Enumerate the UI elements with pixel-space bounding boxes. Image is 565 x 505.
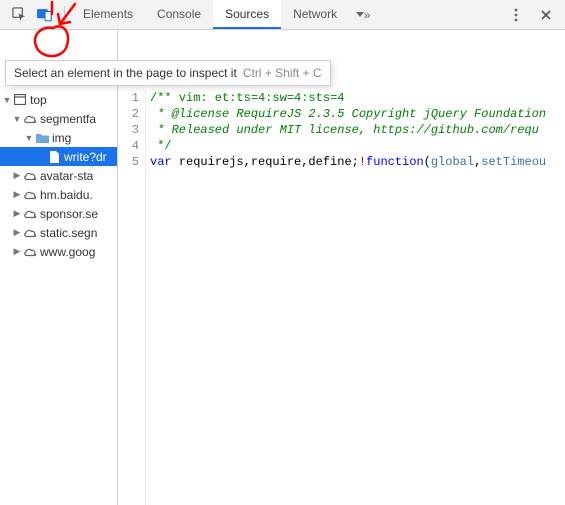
tree-label: avatar-sta [38, 169, 93, 183]
code-line: /** vim: et:ts=4:sw=4:sts=4 [150, 90, 565, 106]
line-number: 2 [118, 106, 139, 122]
chevron-right-icon: ▶ [12, 227, 22, 238]
tree-item[interactable]: write?dr [0, 147, 117, 166]
tree-item[interactable]: ▶ avatar-sta [0, 166, 117, 185]
inspect-tooltip: Select an element in the page to inspect… [5, 60, 331, 86]
tree-label: write?dr [62, 150, 107, 164]
tree-label: www.goog [38, 245, 95, 259]
devtools-toolbar: Elements Console Sources Network » [0, 0, 565, 30]
tree-item[interactable]: ▼ img [0, 128, 117, 147]
window-icon [12, 94, 28, 105]
device-toolbar-icon[interactable] [32, 2, 58, 28]
chevron-right-icon: ▶ [12, 189, 22, 200]
code-line: * Released under MIT license, https://gi… [150, 122, 565, 138]
code-line: * @license RequireJS 2.3.5 Copyright jQu… [150, 106, 565, 122]
line-number: 1 [118, 90, 139, 106]
chevron-down-icon: ▼ [12, 114, 22, 124]
toolbar-separator [64, 6, 65, 24]
line-number: 4 [118, 138, 139, 154]
sources-panel: ▼ top ▼segmentfa▼imgwrite?dr▶avatar-sta▶… [0, 30, 565, 505]
tree-root[interactable]: ▼ top [0, 90, 117, 109]
code-line: */ [150, 138, 565, 154]
file-navigator[interactable]: ▼ top ▼segmentfa▼imgwrite?dr▶avatar-sta▶… [0, 30, 118, 505]
tab-sources[interactable]: Sources [213, 0, 281, 29]
chevron-down-icon: ▼ [24, 133, 34, 143]
tree-item[interactable]: ▶ sponsor.se [0, 204, 117, 223]
cloud-icon [22, 190, 38, 200]
chevron-down-icon: ▼ [2, 95, 12, 105]
tree-label: top [28, 93, 47, 107]
tree-item[interactable]: ▶ hm.baidu. [0, 185, 117, 204]
tabs-overflow-icon[interactable]: » [349, 0, 375, 29]
inspect-element-icon[interactable] [6, 2, 32, 28]
cloud-icon [22, 171, 38, 181]
tooltip-text: Select an element in the page to inspect… [14, 66, 237, 80]
chevron-right-icon: ▶ [12, 208, 22, 219]
tree-label: hm.baidu. [38, 188, 93, 202]
line-number: 3 [118, 122, 139, 138]
tree-item[interactable]: ▶ static.segn [0, 223, 117, 242]
chevron-right-icon: ▶ [12, 170, 22, 181]
source-editor[interactable]: 12345 /** vim: et:ts=4:sw=4:sts=4 * @lic… [118, 30, 565, 505]
cloud-icon [22, 114, 38, 124]
tree-label: static.segn [38, 226, 97, 240]
tooltip-shortcut: Ctrl + Shift + C [243, 66, 322, 80]
folder-icon [34, 133, 50, 143]
cloud-icon [22, 228, 38, 238]
cloud-icon [22, 209, 38, 219]
kebab-menu-icon[interactable] [503, 2, 529, 28]
tree-item[interactable]: ▶ www.goog [0, 242, 117, 261]
code-line: var requirejs,require,define;!function(g… [150, 154, 565, 170]
tab-elements[interactable]: Elements [71, 0, 145, 29]
cloud-icon [22, 247, 38, 257]
tree-label: sponsor.se [38, 207, 98, 221]
tree-label: segmentfa [38, 112, 96, 126]
chevron-right-icon: ▶ [12, 246, 22, 257]
tab-network[interactable]: Network [281, 0, 349, 29]
tree-label: img [50, 131, 71, 145]
devtools-tabs: Elements Console Sources Network » [71, 0, 375, 29]
line-gutter: 12345 [118, 90, 146, 505]
code-area[interactable]: /** vim: et:ts=4:sw=4:sts=4 * @license R… [146, 90, 565, 505]
close-devtools-icon[interactable] [533, 2, 559, 28]
tree-item[interactable]: ▼ segmentfa [0, 109, 117, 128]
tab-console[interactable]: Console [145, 0, 213, 29]
line-number: 5 [118, 154, 139, 170]
file-icon [46, 151, 62, 163]
